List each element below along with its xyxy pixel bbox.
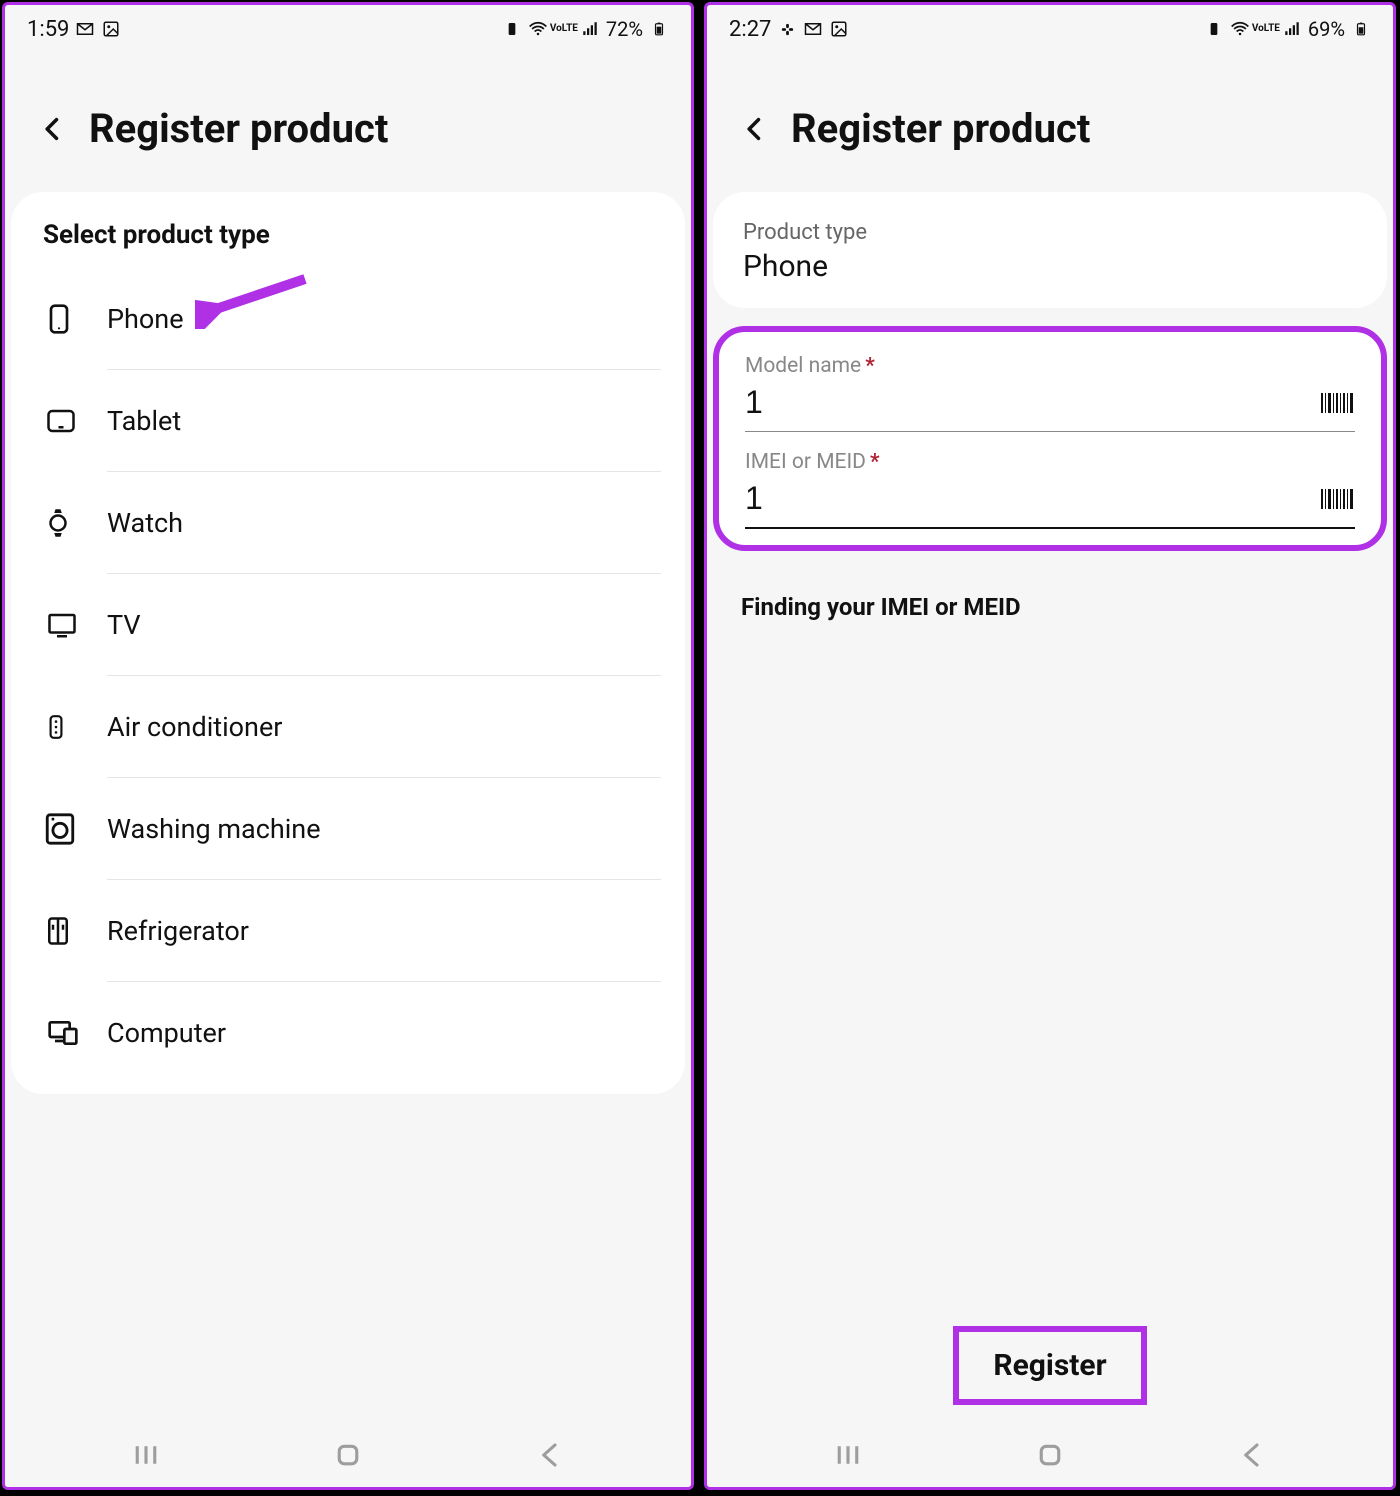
back-button[interactable] <box>737 111 773 147</box>
nav-back[interactable] <box>1227 1430 1277 1480</box>
list-item-label: TV <box>107 574 661 676</box>
nav-bar <box>707 1423 1393 1487</box>
nav-recents[interactable] <box>823 1430 873 1480</box>
nav-back[interactable] <box>525 1430 575 1480</box>
product-type-computer[interactable]: Computer <box>35 982 661 1084</box>
battery-icon <box>1351 19 1371 39</box>
product-type-washer[interactable]: Washing machine <box>35 778 661 880</box>
imei-label: IMEI or MEID* <box>745 450 1355 474</box>
battery-saver-icon <box>502 19 522 39</box>
register-button[interactable]: Register <box>953 1326 1146 1405</box>
computer-icon <box>43 1017 107 1049</box>
screenshot-left: 1:59 VoLTE 72% <box>2 2 694 1490</box>
screenshot-right: 2:27 VoLTE <box>704 2 1396 1490</box>
section-title: Select product type <box>35 218 661 268</box>
product-type-summary: Product type Phone <box>713 192 1387 308</box>
list-item-label: Refrigerator <box>107 880 661 982</box>
barcode-icon[interactable] <box>1321 487 1355 511</box>
product-type-ac[interactable]: Air conditioner <box>35 676 661 778</box>
image-icon <box>829 19 849 39</box>
gmail-icon <box>803 19 823 39</box>
list-item-label: Air conditioner <box>107 676 661 778</box>
page-header: Register product <box>5 49 691 192</box>
imei-input[interactable] <box>745 480 1321 517</box>
battery-percent: 72% <box>606 17 643 41</box>
image-icon <box>101 19 121 39</box>
status-bar: 1:59 VoLTE 72% <box>5 5 691 49</box>
imei-field-wrap: IMEI or MEID* <box>723 438 1377 535</box>
barcode-icon[interactable] <box>1321 391 1355 415</box>
refrigerator-icon <box>43 912 107 950</box>
status-bar: 2:27 VoLTE <box>707 5 1393 49</box>
status-time: 2:27 <box>729 17 771 42</box>
signal-icon <box>580 19 600 39</box>
tv-icon <box>43 610 107 640</box>
washing-machine-icon <box>43 811 107 847</box>
list-item-label: Watch <box>107 472 661 574</box>
product-type-phone[interactable]: Phone <box>35 268 661 370</box>
back-button[interactable] <box>35 111 71 147</box>
product-type-card: Select product type Phone Tablet Watch <box>11 192 685 1094</box>
product-type-fridge[interactable]: Refrigerator <box>35 880 661 982</box>
battery-icon <box>649 19 669 39</box>
watch-icon <box>43 505 107 541</box>
gmail-icon <box>75 19 95 39</box>
battery-percent: 69% <box>1308 17 1345 41</box>
nav-home[interactable] <box>323 1430 373 1480</box>
status-time: 1:59 <box>27 17 69 42</box>
wifi-icon <box>528 19 548 39</box>
wifi-icon <box>1230 19 1250 39</box>
required-asterisk: * <box>866 450 880 474</box>
list-item-label: Computer <box>107 982 661 1084</box>
list-item-label: Phone <box>107 268 661 370</box>
nav-recents[interactable] <box>121 1430 171 1480</box>
battery-saver-icon <box>1204 19 1224 39</box>
air-conditioner-icon <box>43 707 107 747</box>
model-name-field-wrap: Model name* <box>723 342 1377 438</box>
product-type-value: Phone <box>743 249 1357 284</box>
model-name-label: Model name* <box>745 354 1355 378</box>
form-card: Model name* IMEI or MEID* <box>713 326 1387 551</box>
product-type-tablet[interactable]: Tablet <box>35 370 661 472</box>
required-asterisk: * <box>861 354 875 378</box>
list-item-label: Washing machine <box>107 778 661 880</box>
product-type-label: Product type <box>743 220 1357 245</box>
page-title: Register product <box>89 105 388 152</box>
nav-home[interactable] <box>1025 1430 1075 1480</box>
product-type-watch[interactable]: Watch <box>35 472 661 574</box>
volte-icon: VoLTE <box>1256 19 1276 39</box>
product-type-tv[interactable]: TV <box>35 574 661 676</box>
list-item-label: Tablet <box>107 370 661 472</box>
finding-imei-link[interactable]: Finding your IMEI or MEID <box>707 551 1393 621</box>
nav-bar <box>5 1423 691 1487</box>
page-header: Register product <box>707 49 1393 192</box>
signal-icon <box>1282 19 1302 39</box>
model-name-input[interactable] <box>745 384 1321 421</box>
phone-icon <box>43 299 107 339</box>
slack-icon <box>777 19 797 39</box>
page-title: Register product <box>791 105 1090 152</box>
tablet-icon <box>43 406 107 436</box>
volte-icon: VoLTE <box>554 19 574 39</box>
